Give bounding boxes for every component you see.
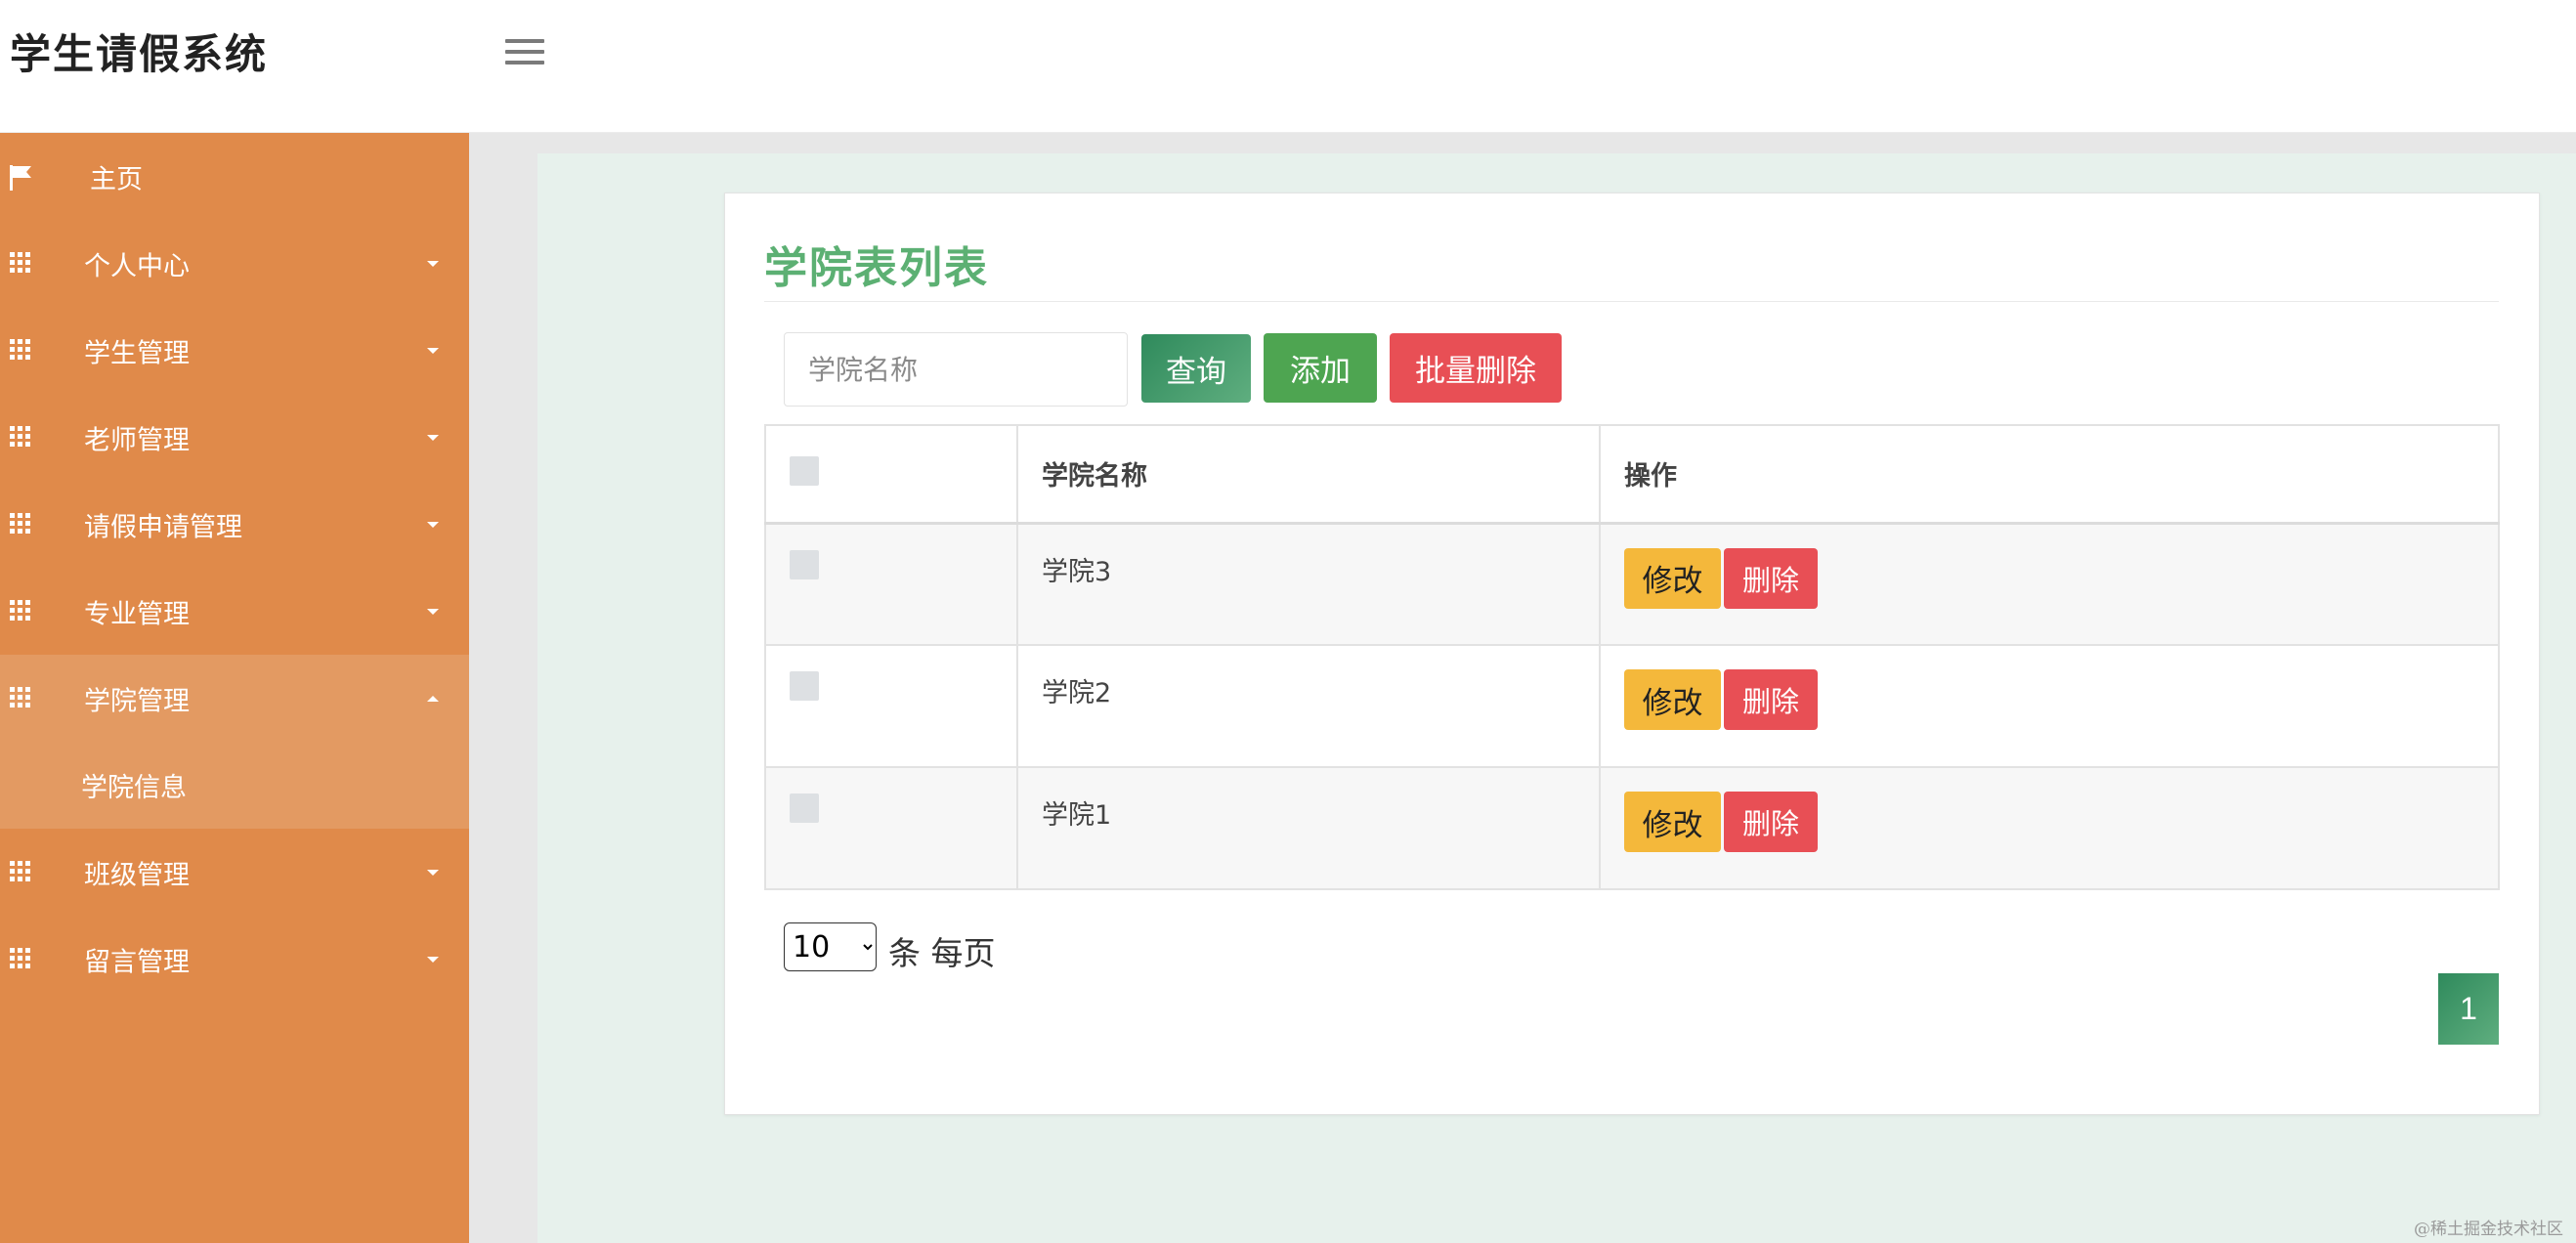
chevron-down-icon — [427, 608, 439, 615]
college-name-cell: 学院1 — [1016, 766, 1601, 890]
sidebar-item-classes[interactable]: 班级管理 — [0, 829, 469, 916]
actions-cell: 修改 删除 — [1599, 522, 2500, 646]
edit-button[interactable]: 修改 — [1624, 792, 1721, 852]
sidebar-item-home[interactable]: 主页 — [0, 133, 469, 220]
table-row: 学院2 修改 删除 — [764, 644, 2500, 768]
menu-toggle-icon[interactable] — [505, 39, 544, 68]
sidebar-item-label: 个人中心 — [84, 251, 190, 281]
page-1-button[interactable]: 1 — [2438, 973, 2499, 1045]
sidebar-item-label: 请假申请管理 — [84, 512, 242, 542]
row-checkbox[interactable] — [790, 671, 819, 701]
chevron-down-icon — [427, 956, 439, 963]
sidebar-item-colleges[interactable]: 学院管理 — [0, 655, 469, 742]
add-button[interactable]: 添加 — [1264, 333, 1377, 403]
row-checkbox-cell — [764, 522, 1018, 646]
chevron-up-icon — [427, 695, 439, 702]
row-checkbox-cell — [764, 766, 1018, 890]
sidebar-item-teachers[interactable]: 老师管理 — [0, 394, 469, 481]
college-table: 学院名称 操作 学院3 修改 删除 学院2 修改 删除 学院1 修改 删除 — [764, 424, 2500, 890]
sidebar-subitem-college-info[interactable]: 学院信息 — [0, 742, 469, 829]
college-name-cell: 学院2 — [1016, 644, 1601, 768]
query-button[interactable]: 查询 — [1141, 334, 1251, 403]
page-title: 学院表列表 — [764, 243, 989, 293]
sidebar: 主页 个人中心 学生管理 老师管理 请假申请管理 专业管理 学院管理 学院信息 … — [0, 133, 469, 1243]
sidebar-item-label: 老师管理 — [84, 425, 190, 455]
chevron-down-icon — [427, 347, 439, 354]
actions-cell: 修改 删除 — [1599, 644, 2500, 768]
row-checkbox-cell — [764, 644, 1018, 768]
sidebar-item-majors[interactable]: 专业管理 — [0, 568, 469, 655]
grid-icon — [10, 251, 33, 276]
sidebar-subitem-label: 学院信息 — [81, 773, 187, 803]
delete-button[interactable]: 删除 — [1724, 669, 1818, 730]
page-size-select[interactable]: 10 — [784, 922, 877, 971]
sidebar-item-label: 专业管理 — [84, 599, 190, 629]
column-header-actions: 操作 — [1599, 424, 2500, 525]
chevron-down-icon — [427, 521, 439, 528]
grid-icon — [10, 338, 33, 363]
edit-button[interactable]: 修改 — [1624, 669, 1721, 730]
college-list-card: 学院表列表 查询 添加 批量删除 学院名称 操作 学院3 修改 删除 — [724, 193, 2540, 1115]
grid-icon — [10, 599, 33, 623]
delete-button[interactable]: 删除 — [1724, 547, 1818, 609]
flag-icon — [10, 164, 33, 191]
page-size-label: 条 每页 — [888, 934, 996, 972]
table-row: 学院1 修改 删除 — [764, 766, 2500, 890]
college-name-cell: 学院3 — [1016, 522, 1601, 646]
app-title: 学生请假系统 — [10, 30, 269, 78]
sidebar-item-students[interactable]: 学生管理 — [0, 307, 469, 394]
sidebar-item-personal-center[interactable]: 个人中心 — [0, 220, 469, 307]
actions-cell: 修改 删除 — [1599, 766, 2500, 890]
college-name-search-input[interactable] — [784, 332, 1128, 407]
chevron-down-icon — [427, 260, 439, 267]
select-all-checkbox[interactable] — [790, 456, 819, 487]
row-checkbox[interactable] — [790, 549, 819, 579]
table-row: 学院3 修改 删除 — [764, 522, 2500, 646]
watermark: @稀土掘金技术社区 — [2414, 1220, 2563, 1239]
select-all-header — [764, 424, 1018, 525]
grid-icon — [10, 947, 33, 971]
chevron-down-icon — [427, 434, 439, 441]
top-header: 学生请假系统 — [0, 0, 2576, 133]
grid-icon — [10, 686, 33, 710]
grid-icon — [10, 512, 33, 536]
grid-icon — [10, 860, 33, 884]
row-checkbox[interactable] — [790, 793, 819, 823]
column-header-college-name: 学院名称 — [1016, 424, 1601, 525]
sidebar-item-leave-requests[interactable]: 请假申请管理 — [0, 481, 469, 568]
sidebar-item-label: 学院管理 — [84, 686, 190, 716]
sidebar-item-label: 学生管理 — [84, 338, 190, 368]
edit-button[interactable]: 修改 — [1624, 547, 1721, 609]
sidebar-item-label: 主页 — [90, 164, 143, 194]
sidebar-item-label: 班级管理 — [84, 860, 190, 890]
bulk-delete-button[interactable]: 批量删除 — [1390, 333, 1562, 403]
sidebar-item-label: 留言管理 — [84, 947, 190, 977]
table-header-row: 学院名称 操作 — [764, 424, 2500, 525]
grid-icon — [10, 425, 33, 450]
divider — [764, 301, 2499, 302]
delete-button[interactable]: 删除 — [1724, 792, 1818, 852]
chevron-down-icon — [427, 869, 439, 876]
sidebar-item-messages[interactable]: 留言管理 — [0, 916, 469, 1003]
